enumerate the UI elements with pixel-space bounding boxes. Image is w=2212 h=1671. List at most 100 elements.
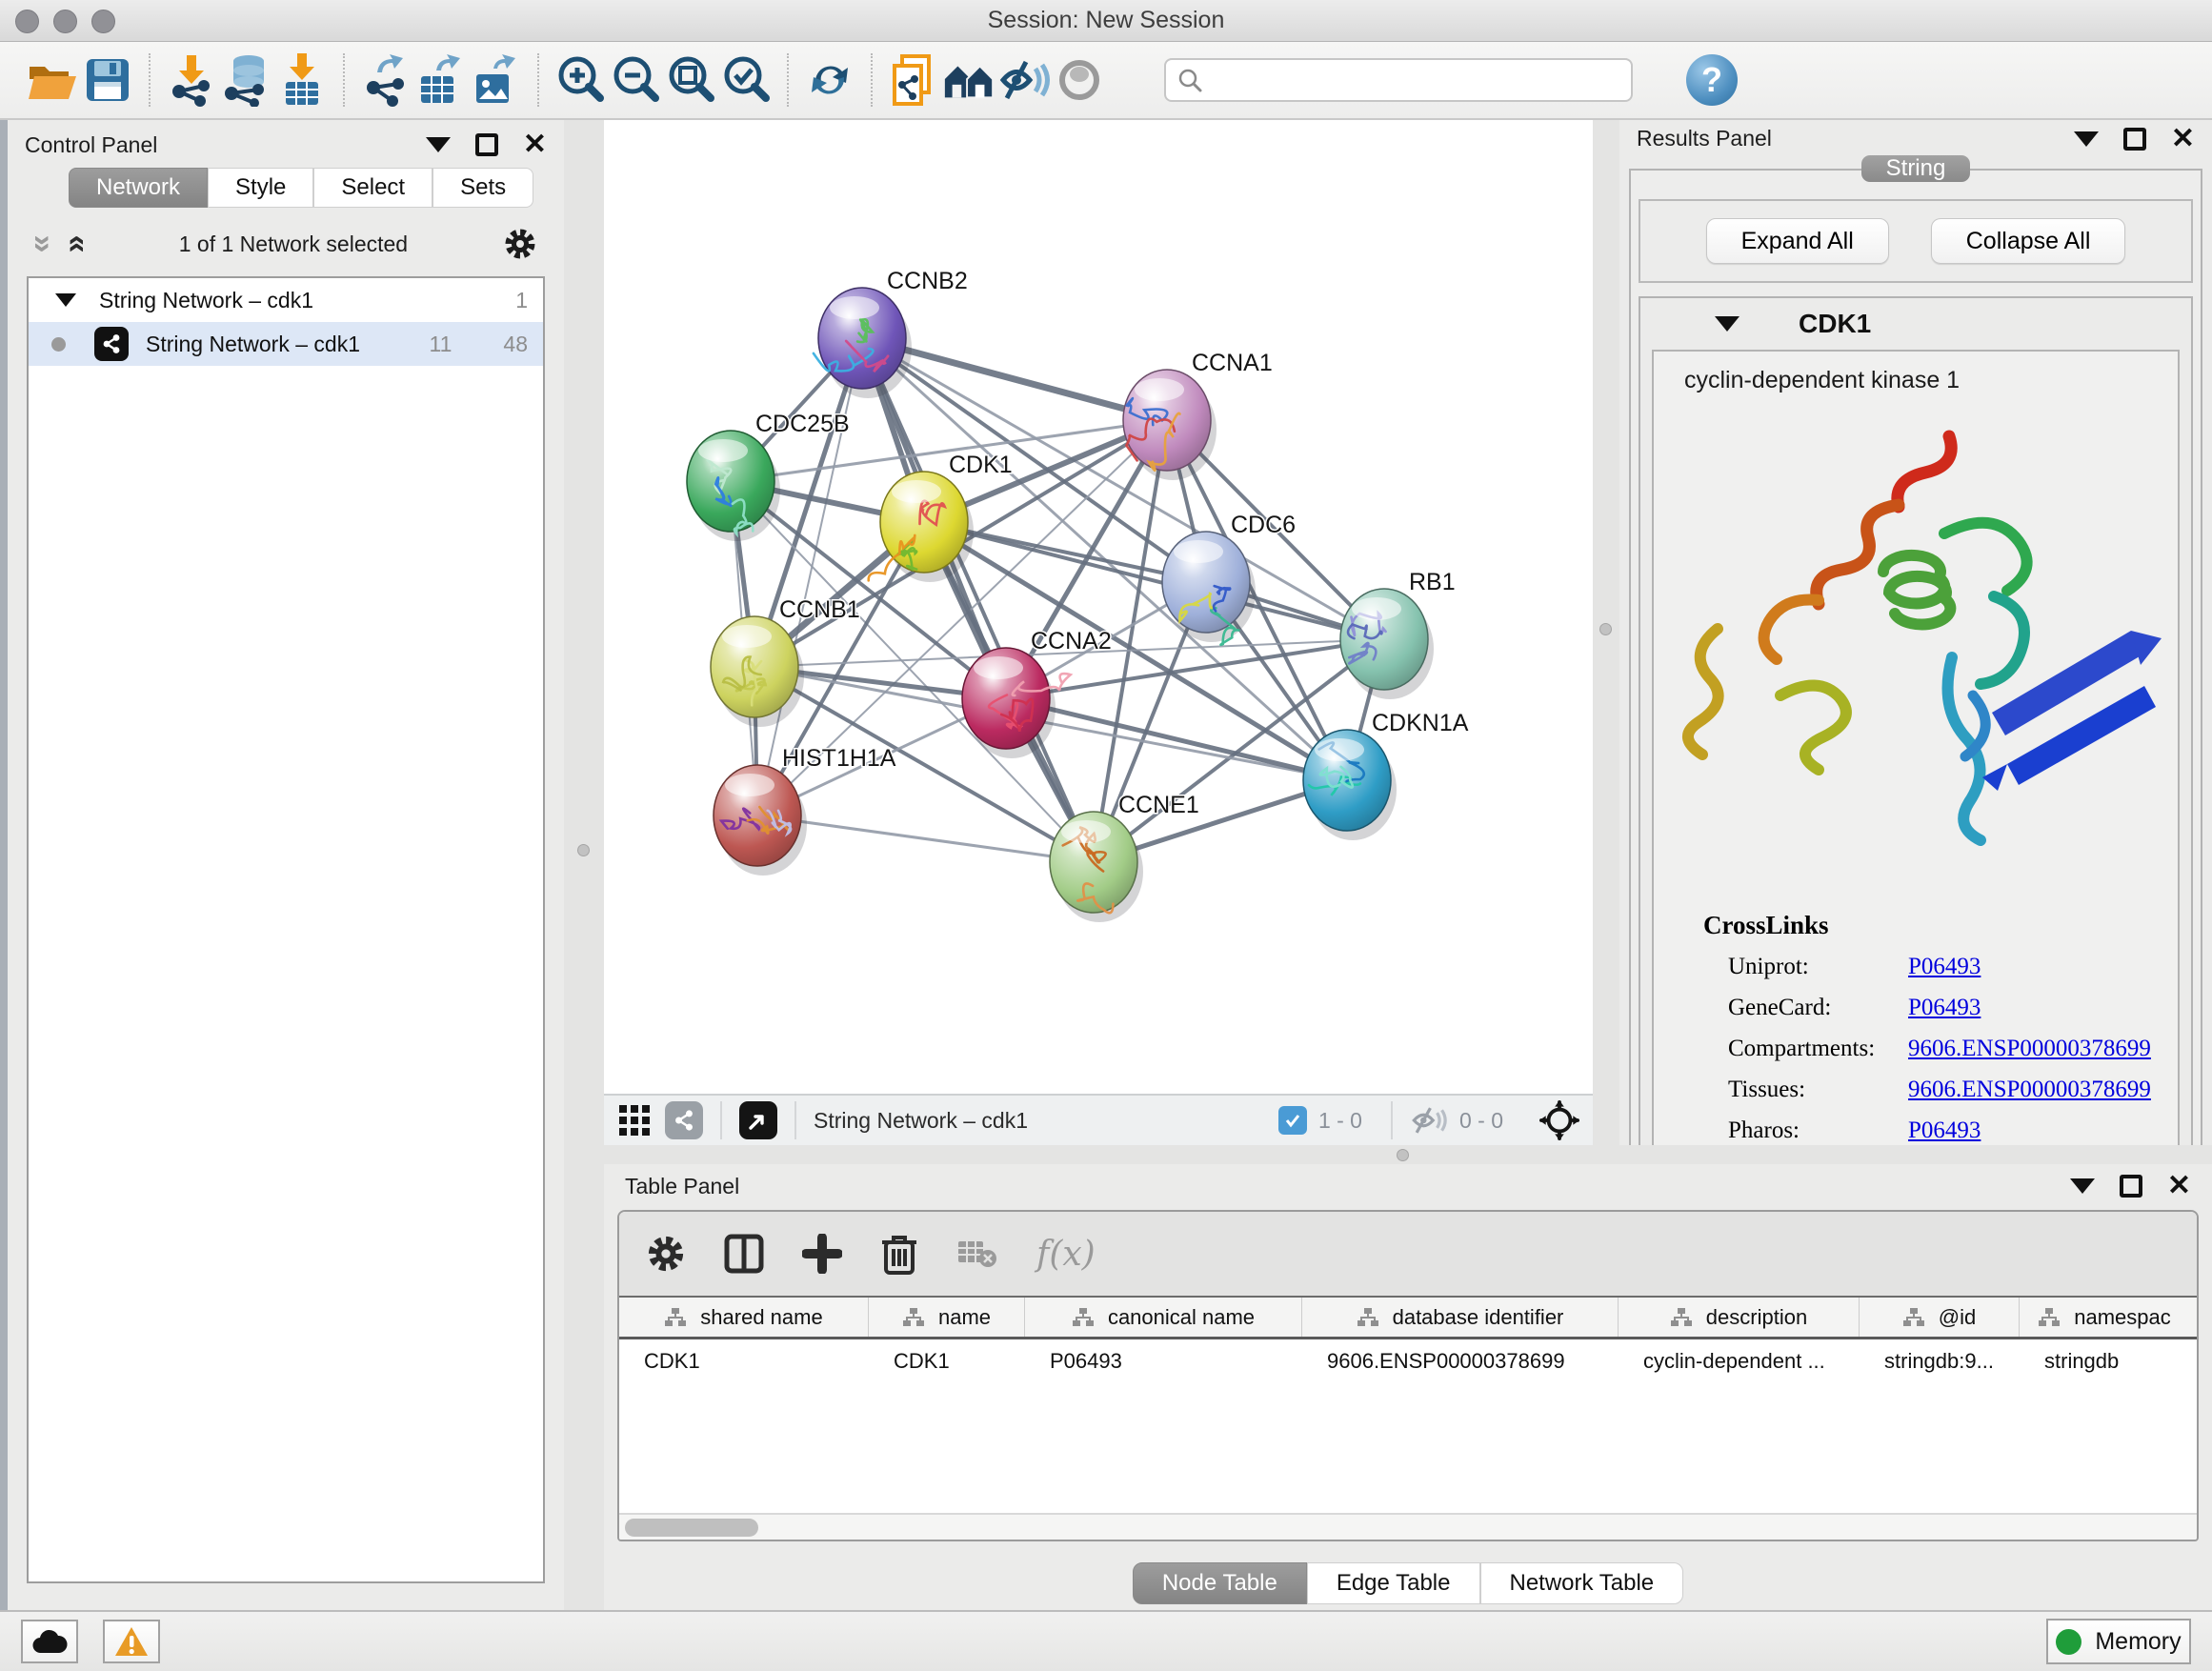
import-network-database-button[interactable] — [219, 51, 274, 109]
float-panel-icon[interactable] — [2070, 1178, 2095, 1194]
close-window-icon[interactable] — [15, 10, 39, 33]
gear-icon[interactable] — [503, 227, 537, 261]
tab-sets[interactable]: Sets — [432, 168, 533, 208]
import-table-button[interactable] — [274, 51, 330, 109]
cell-name[interactable]: CDK1 — [869, 1339, 1025, 1383]
import-network-file-button[interactable] — [164, 51, 219, 109]
maximize-panel-icon[interactable] — [2120, 1175, 2142, 1198]
show-columns-icon[interactable] — [724, 1234, 764, 1274]
cell-database-identifier[interactable]: 9606.ENSP00000378699 — [1302, 1339, 1619, 1383]
column-header[interactable]: canonical name — [1025, 1298, 1302, 1337]
float-panel-icon[interactable] — [426, 137, 451, 152]
right-splitter[interactable] — [1593, 120, 1619, 1145]
splitter-grip[interactable] — [1599, 623, 1612, 635]
maximize-panel-icon[interactable] — [2123, 128, 2146, 151]
memory-button[interactable]: Memory — [2046, 1619, 2191, 1664]
zoom-out-button[interactable] — [608, 51, 663, 109]
crosslink-tissues-link[interactable]: 9606.ENSP00000378699 — [1908, 1077, 2151, 1103]
hidden-eye-icon[interactable] — [1410, 1105, 1448, 1136]
network-node-RB1[interactable]: RB1 — [1340, 569, 1456, 699]
cell-id[interactable]: stringdb:9... — [1860, 1339, 2020, 1383]
collapse-caret-icon[interactable] — [55, 293, 76, 307]
cell-canonical-name[interactable]: P06493 — [1025, 1339, 1302, 1383]
splitter-grip[interactable] — [577, 844, 590, 856]
network-share-icon[interactable] — [665, 1101, 703, 1139]
close-panel-icon[interactable]: ✕ — [523, 133, 547, 156]
column-header[interactable]: description — [1619, 1298, 1860, 1337]
network-node-CCNA1[interactable]: CCNA1 — [1123, 350, 1273, 480]
column-header[interactable]: namespac — [2020, 1298, 2189, 1337]
cloud-status-button[interactable] — [21, 1620, 78, 1663]
collapse-caret-icon[interactable] — [1715, 316, 1739, 332]
float-panel-icon[interactable] — [2074, 131, 2099, 147]
cell-description[interactable]: cyclin-dependent ... — [1619, 1339, 1860, 1383]
save-session-button[interactable] — [80, 51, 135, 109]
tab-network[interactable]: Network — [69, 168, 208, 208]
help-button[interactable]: ? — [1686, 54, 1738, 106]
network-node-CCNB2[interactable]: CCNB2 — [814, 268, 968, 398]
crosslink-compartments-link[interactable]: 9606.ENSP00000378699 — [1908, 1036, 2151, 1062]
search-box[interactable] — [1164, 58, 1633, 102]
tab-style[interactable]: Style — [208, 168, 313, 208]
crosslink-genecard-link[interactable]: P06493 — [1908, 995, 1981, 1021]
network-node-HIST1H1A[interactable]: HIST1H1A — [714, 745, 896, 876]
first-neighbors-button[interactable] — [941, 51, 996, 109]
column-header[interactable]: shared name — [619, 1298, 869, 1337]
minimize-window-icon[interactable] — [53, 10, 77, 33]
zoom-selected-button[interactable] — [718, 51, 774, 109]
expand-all-icon[interactable]: » — [65, 235, 84, 253]
traffic-lights[interactable] — [15, 10, 115, 33]
left-splitter[interactable] — [564, 120, 604, 1610]
table-horizontal-scrollbar[interactable] — [619, 1513, 2197, 1540]
show-all-button[interactable] — [1052, 51, 1107, 109]
network-node-CCNB1[interactable]: CCNB1 — [711, 596, 860, 727]
tab-select[interactable]: Select — [313, 168, 432, 208]
column-header[interactable]: name — [869, 1298, 1025, 1337]
export-image-button[interactable] — [469, 51, 524, 109]
table-gear-icon[interactable] — [646, 1234, 686, 1274]
network-node-CDKN1A[interactable]: CDKN1A — [1303, 710, 1469, 840]
apply-layout-button[interactable] — [802, 51, 857, 109]
zoom-window-icon[interactable] — [91, 10, 115, 33]
crosslink-uniprot-link[interactable]: P06493 — [1908, 954, 1981, 980]
warnings-button[interactable] — [103, 1620, 160, 1663]
network-node-CDC25B[interactable]: CDC25B — [687, 411, 850, 541]
maximize-panel-icon[interactable] — [475, 133, 498, 156]
selected-checkbox-icon[interactable] — [1278, 1106, 1307, 1135]
horizontal-splitter[interactable] — [604, 1145, 2212, 1164]
network-canvas[interactable]: CCNB2CCNA1CDC25BCDK1CDC6RB1CCNB1CCNA2CDK… — [604, 120, 1593, 1094]
zoom-fit-button[interactable] — [663, 51, 718, 109]
column-header[interactable]: database identifier — [1302, 1298, 1619, 1337]
cell-namespace[interactable]: stringdb — [2020, 1339, 2189, 1383]
table-row[interactable]: CDK1 CDK1 P06493 9606.ENSP00000378699 cy… — [619, 1339, 2197, 1383]
crosslink-pharos-link[interactable]: P06493 — [1908, 1117, 1981, 1144]
network-collection-row[interactable]: String Network – cdk1 1 — [29, 278, 543, 322]
expand-all-button[interactable]: Expand All — [1706, 218, 1889, 264]
export-table-button[interactable] — [413, 51, 469, 109]
hide-selected-button[interactable] — [996, 51, 1052, 109]
function-builder-icon[interactable]: f(x) — [1036, 1235, 1096, 1274]
open-session-button[interactable] — [25, 51, 80, 109]
network-row[interactable]: String Network – cdk1 11 48 — [29, 322, 543, 366]
grid-view-icon[interactable] — [617, 1103, 652, 1137]
cdk1-section-header[interactable]: CDK1 — [1640, 298, 2191, 350]
collapse-all-icon[interactable]: » — [33, 235, 52, 253]
scrollbar-thumb[interactable] — [625, 1519, 758, 1537]
splitter-grip[interactable] — [1397, 1149, 1409, 1161]
open-in-window-icon[interactable] — [739, 1101, 777, 1139]
delete-table-icon[interactable] — [956, 1238, 998, 1270]
delete-column-icon[interactable] — [880, 1233, 918, 1275]
cell-shared-name[interactable]: CDK1 — [619, 1339, 869, 1383]
tab-network-table[interactable]: Network Table — [1480, 1562, 1684, 1604]
birdseye-toggle-icon[interactable] — [1539, 1100, 1579, 1140]
column-header[interactable]: @id — [1860, 1298, 2020, 1337]
add-column-icon[interactable] — [802, 1234, 842, 1274]
tab-edge-table[interactable]: Edge Table — [1307, 1562, 1480, 1604]
zoom-in-button[interactable] — [553, 51, 608, 109]
tab-node-table[interactable]: Node Table — [1133, 1562, 1307, 1604]
tab-string[interactable]: String — [1861, 155, 1971, 182]
close-panel-icon[interactable]: ✕ — [2171, 128, 2195, 151]
export-network-button[interactable] — [358, 51, 413, 109]
collapse-all-button[interactable]: Collapse All — [1931, 218, 2126, 264]
close-panel-icon[interactable]: ✕ — [2167, 1175, 2191, 1198]
